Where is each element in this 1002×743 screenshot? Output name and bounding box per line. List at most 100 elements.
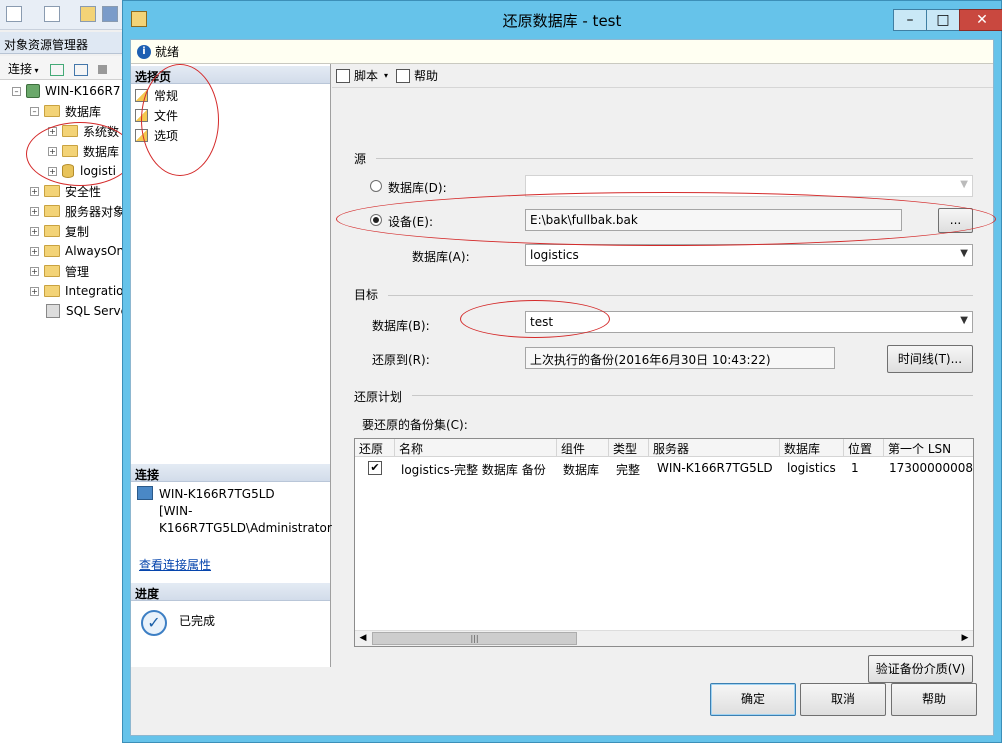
check-icon: ✓ xyxy=(141,610,167,636)
cell-first-lsn: 17300000008 xyxy=(889,461,973,475)
col-position[interactable]: 位置 xyxy=(844,439,884,457)
col-first-lsn[interactable]: 第一个 LSN xyxy=(884,439,973,457)
stop-icon[interactable] xyxy=(98,65,108,74)
connect-button[interactable]: 连接 xyxy=(8,62,32,76)
cell-position: 1 xyxy=(851,461,859,475)
view-connection-properties-link[interactable]: 查看连接属性 xyxy=(139,556,211,573)
folder-icon xyxy=(62,125,78,137)
title-bar[interactable]: 还原数据库 - test – □ ✕ xyxy=(123,1,1002,39)
expand-icon[interactable]: + xyxy=(30,226,39,236)
expand-icon[interactable]: + xyxy=(30,266,39,276)
tree-node-management[interactable]: + 管理 xyxy=(30,262,89,280)
expand-icon[interactable]: + xyxy=(48,146,57,156)
col-component[interactable]: 组件 xyxy=(557,439,609,457)
close-button[interactable]: ✕ xyxy=(959,9,1002,31)
chevron-down-icon[interactable]: ▼ xyxy=(960,315,968,326)
expand-icon[interactable]: + xyxy=(48,166,57,176)
col-server[interactable]: 服务器 xyxy=(649,439,780,457)
page-icon xyxy=(135,128,148,142)
cancel-button[interactable]: 取消 xyxy=(800,683,886,716)
col-database[interactable]: 数据库 xyxy=(780,439,844,457)
restore-plan-group-title: 还原计划 xyxy=(354,390,403,404)
page-general[interactable]: 常规 xyxy=(135,86,178,104)
expand-icon[interactable]: + xyxy=(30,246,39,256)
tree-node-sql-agent[interactable]: SQL Serve xyxy=(46,302,124,320)
tree-node-security[interactable]: + 安全性 xyxy=(30,182,101,200)
filter-icon[interactable] xyxy=(50,63,65,76)
folder-icon xyxy=(62,145,78,157)
disconnect-icon[interactable] xyxy=(74,63,89,76)
folder-icon xyxy=(44,105,60,117)
chevron-down-icon: ▼ xyxy=(960,179,968,190)
folder-icon xyxy=(44,245,60,257)
tree-node-logistics[interactable]: + logisti xyxy=(48,162,116,180)
new-query-icon[interactable] xyxy=(6,6,22,22)
chevron-down-icon[interactable]: ▾ xyxy=(384,71,388,80)
script-toolbar: 脚本 ▾ 帮助 xyxy=(332,64,993,88)
status-strip: i 就绪 xyxy=(131,40,993,64)
tree-node-system-db[interactable]: + 系统数 xyxy=(48,122,119,140)
minimize-button[interactable]: – xyxy=(893,9,927,31)
tree-node-alwayson[interactable]: + AlwaysOn xyxy=(30,242,124,260)
collapse-icon[interactable]: – xyxy=(30,106,39,116)
scroll-right-icon[interactable]: ▶ xyxy=(957,631,973,646)
timeline-button[interactable]: 时间线(T)... xyxy=(887,345,973,373)
script-button[interactable]: 脚本 xyxy=(354,67,378,84)
open-folder-icon[interactable] xyxy=(80,6,96,22)
device-radio[interactable] xyxy=(370,214,382,226)
col-type[interactable]: 类型 xyxy=(609,439,649,457)
database-icon xyxy=(62,164,74,178)
tree-node-replication[interactable]: + 复制 xyxy=(30,222,89,240)
target-divider xyxy=(388,295,973,296)
chevron-down-icon[interactable]: ▼ xyxy=(960,248,968,259)
database-radio[interactable] xyxy=(370,180,382,192)
expand-icon[interactable]: + xyxy=(48,126,57,136)
backup-sets-grid[interactable]: 还原 名称 组件 类型 服务器 数据库 位置 第一个 LSN ✔ logisti… xyxy=(354,438,974,647)
tree-node-integration[interactable]: + Integratio xyxy=(30,282,124,300)
verify-backup-media-button[interactable]: 验证备份介质(V) xyxy=(868,655,973,683)
expand-icon[interactable]: + xyxy=(30,206,39,216)
cell-database: logistics xyxy=(787,461,836,475)
source-db-combo[interactable]: logistics ▼ xyxy=(525,244,973,266)
cell-server: WIN-K166R7TG5LD xyxy=(657,461,773,475)
collapse-icon[interactable]: – xyxy=(12,86,21,96)
table-row[interactable]: ✔ logistics-完整 数据库 备份 数据库 完整 WIN-K166R7T… xyxy=(355,458,973,478)
database-radio-label[interactable]: 数据库(D): xyxy=(388,179,447,196)
restore-checkbox[interactable]: ✔ xyxy=(368,461,382,475)
connection-header: 连接 xyxy=(131,464,330,482)
page-icon xyxy=(135,108,148,122)
folder-icon xyxy=(44,225,60,237)
help-icon[interactable] xyxy=(396,68,411,83)
maximize-button[interactable]: □ xyxy=(926,9,960,31)
tree-node-databases[interactable]: – 数据库 xyxy=(30,102,101,120)
folder-icon xyxy=(44,185,60,197)
device-path-field[interactable]: E:\bak\fullbak.bak xyxy=(525,209,902,231)
help-button[interactable]: 帮助 xyxy=(891,683,977,716)
expand-icon[interactable]: + xyxy=(30,186,39,196)
tree-node-server[interactable]: – WIN-K166R7 xyxy=(12,82,120,100)
dropdown-arrow-icon[interactable]: ▾ xyxy=(32,66,39,75)
target-db-combo[interactable]: test ▼ xyxy=(525,311,973,333)
script-icon[interactable] xyxy=(336,68,350,83)
expand-icon[interactable]: + xyxy=(30,286,39,296)
horizontal-scrollbar[interactable]: ◀ ||| ▶ xyxy=(355,630,973,646)
page-files[interactable]: 文件 xyxy=(135,106,178,124)
browse-device-button[interactable]: ... xyxy=(938,208,973,233)
col-name[interactable]: 名称 xyxy=(395,439,557,457)
scroll-thumb[interactable]: ||| xyxy=(372,632,577,645)
object-explorer-toolbar: 连接 ▾ xyxy=(0,56,124,80)
source-group-title: 源 xyxy=(354,152,367,166)
tree-node-db-snapshots[interactable]: + 数据库 xyxy=(48,142,119,160)
agent-icon xyxy=(46,304,60,318)
save-icon[interactable] xyxy=(102,6,118,22)
help-toolbar-button[interactable]: 帮助 xyxy=(414,67,438,84)
tree-node-server-objects[interactable]: + 服务器对象 xyxy=(30,202,124,220)
ok-button[interactable]: 确定 xyxy=(710,683,796,716)
folder-icon xyxy=(44,265,60,277)
scroll-left-icon[interactable]: ◀ xyxy=(355,631,371,646)
page-options[interactable]: 选项 xyxy=(135,126,178,144)
progress-status: 已完成 xyxy=(179,614,216,628)
col-restore[interactable]: 还原 xyxy=(355,439,395,457)
grid-icon[interactable] xyxy=(44,6,60,22)
device-radio-label[interactable]: 设备(E): xyxy=(388,213,433,230)
